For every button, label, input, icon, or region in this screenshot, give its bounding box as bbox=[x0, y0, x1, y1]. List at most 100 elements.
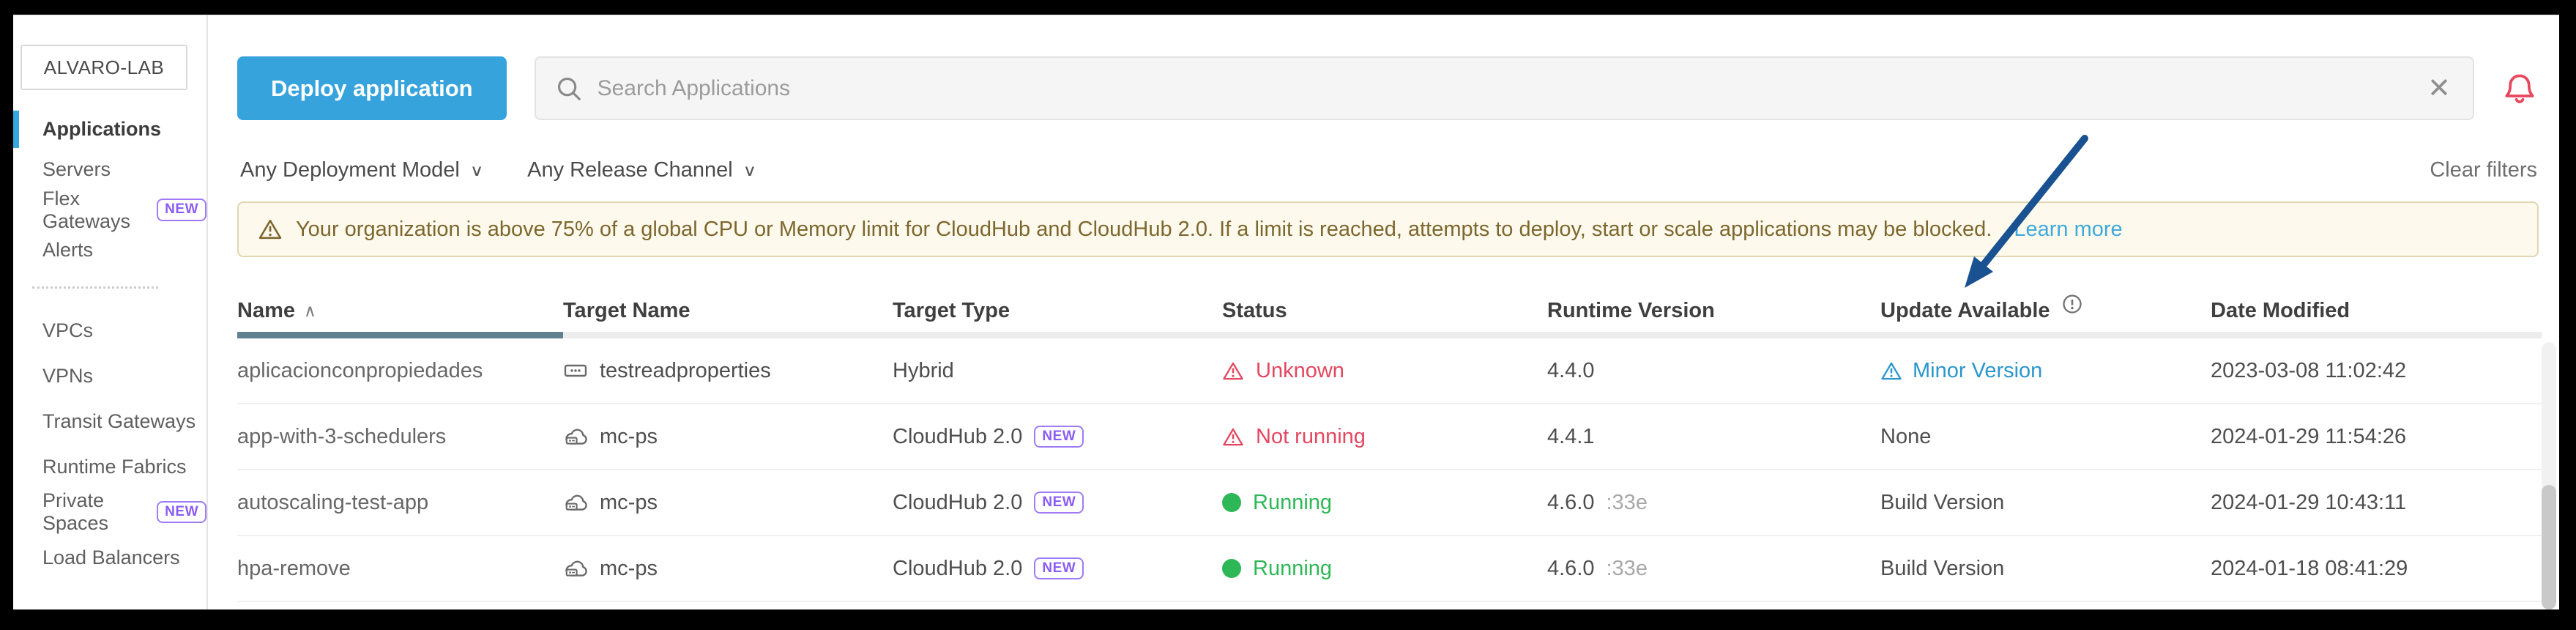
sidebar-item-label: VPCs bbox=[42, 319, 94, 341]
release-channel-dropdown[interactable]: Any Release Channel ∨ bbox=[527, 158, 756, 182]
chevron-down-icon: ∨ bbox=[742, 161, 756, 179]
column-header-name[interactable]: Name ∧ bbox=[237, 299, 563, 323]
target-type: Hybrid bbox=[893, 358, 954, 382]
private-space-cloud-icon bbox=[565, 429, 587, 445]
sidebar-item-load-balancers[interactable]: Load Balancers bbox=[13, 535, 206, 580]
sidebar-item-label: Servers bbox=[42, 158, 111, 180]
target-type-cell: CloudHub 2.0 NEW bbox=[893, 425, 1222, 449]
runtime-version: 4.4.1 bbox=[1547, 424, 1595, 448]
sidebar-item-runtime-fabrics[interactable]: Runtime Fabrics bbox=[13, 444, 206, 489]
deployment-model-dropdown[interactable]: Any Deployment Model ∨ bbox=[240, 158, 483, 182]
sidebar-nav-primary: Applications Servers Flex Gateways NEW A… bbox=[13, 109, 206, 270]
column-header-runtime-version[interactable]: Runtime Version bbox=[1547, 299, 1880, 323]
update-available-link[interactable]: Minor Version bbox=[1880, 359, 2042, 383]
runtime-build-suffix: :33e bbox=[1606, 490, 1648, 514]
target-type: CloudHub 2.0 bbox=[893, 424, 1023, 448]
release-channel-value: Any Release Channel bbox=[527, 158, 733, 182]
deploy-application-button[interactable]: Deploy application bbox=[237, 56, 507, 120]
status-text: Running bbox=[1253, 490, 1333, 514]
server-icon bbox=[564, 364, 587, 377]
runtime-version: 4.6.0 bbox=[1547, 490, 1595, 514]
main-panel: Deploy application ✕ Any Deployment Mode… bbox=[209, 15, 2559, 609]
sidebar-item-private-spaces[interactable]: Private Spaces NEW bbox=[13, 489, 206, 535]
target-name: mc-ps bbox=[600, 424, 658, 448]
sidebar-item-alerts[interactable]: Alerts bbox=[13, 230, 206, 270]
deployment-model-value: Any Deployment Model bbox=[240, 158, 460, 182]
environment-label: ALVARO-LAB bbox=[43, 56, 165, 78]
toolbar: Deploy application ✕ bbox=[237, 56, 2537, 120]
column-header-target-type[interactable]: Target Type bbox=[893, 299, 1222, 323]
app-name: aplicacionconpropiedades bbox=[237, 358, 483, 382]
notifications-bell-icon[interactable] bbox=[2502, 70, 2537, 108]
sidebar-item-vpcs[interactable]: VPCs bbox=[13, 308, 206, 353]
target-type-cell: Hybrid bbox=[893, 359, 1222, 383]
table-row[interactable]: aplicacionconpropiedades testreadpropert… bbox=[237, 338, 2542, 404]
update-available-cell: Build Version bbox=[1880, 557, 2211, 581]
target-type-cell: CloudHub 2.0 NEW bbox=[893, 491, 1222, 515]
table-row[interactable]: autoscaling-test-app mc-ps CloudHub 2.0 … bbox=[237, 470, 2542, 536]
table-scrollbar-thumb[interactable] bbox=[2542, 485, 2556, 609]
search-icon bbox=[557, 77, 581, 100]
sidebar-item-vpns[interactable]: VPNs bbox=[13, 353, 206, 399]
status-text: Unknown bbox=[1256, 358, 1344, 382]
target-name: mc-ps bbox=[600, 556, 658, 580]
environment-selector[interactable]: ALVARO-LAB bbox=[21, 45, 187, 90]
date-modified: 2024-01-18 08:41:29 bbox=[2211, 556, 2408, 580]
target-name-cell: mc-ps bbox=[563, 557, 893, 581]
sidebar-item-applications[interactable]: Applications bbox=[13, 109, 206, 149]
status-cell: Running bbox=[1222, 557, 1547, 581]
sidebar: ALVARO-LAB Applications Servers Flex Gat… bbox=[13, 15, 208, 609]
private-space-cloud-icon bbox=[565, 560, 587, 577]
table-row[interactable]: app-with-3-schedulers mc-ps CloudHub 2.0… bbox=[237, 404, 2542, 470]
sidebar-item-label: Private Spaces bbox=[42, 489, 109, 534]
new-badge: NEW bbox=[1034, 557, 1084, 580]
sidebar-divider bbox=[32, 286, 158, 289]
sidebar-item-label: VPNs bbox=[42, 364, 94, 387]
running-status-dot-icon bbox=[1222, 493, 1241, 512]
target-name: testreadproperties bbox=[600, 358, 771, 382]
clear-filters-link[interactable]: Clear filters bbox=[2430, 158, 2537, 182]
clear-search-icon[interactable]: ✕ bbox=[2424, 75, 2454, 103]
info-tooltip-icon[interactable] bbox=[2062, 294, 2082, 314]
header-underline-rest bbox=[563, 332, 2542, 338]
app-name: app-with-3-schedulers bbox=[237, 424, 447, 448]
sidebar-item-label: Runtime Fabrics bbox=[42, 455, 187, 478]
sidebar-item-label: Load Balancers bbox=[42, 546, 180, 568]
sidebar-item-label: Alerts bbox=[42, 239, 94, 261]
sidebar-item-servers[interactable]: Servers bbox=[13, 149, 206, 190]
warning-triangle-icon bbox=[258, 219, 282, 240]
sidebar-item-label: Applications bbox=[42, 118, 162, 140]
runtime-version: 4.6.0 bbox=[1547, 556, 1595, 580]
table-scrollbar-track[interactable] bbox=[2542, 342, 2556, 609]
update-available-cell: Minor Version bbox=[1880, 359, 2211, 383]
sidebar-item-label: Flex Gateways bbox=[42, 187, 131, 232]
status-text: Not running bbox=[1256, 424, 1366, 448]
column-header-date-modified[interactable]: Date Modified bbox=[2211, 299, 2542, 323]
learn-more-link[interactable]: Learn more bbox=[2014, 218, 2122, 242]
update-available-cell: Build Version bbox=[1880, 491, 2211, 515]
sidebar-item-flex-gateways[interactable]: Flex Gateways NEW bbox=[13, 187, 206, 232]
warning-triangle-icon bbox=[1223, 428, 1243, 445]
search-input[interactable] bbox=[597, 75, 2411, 101]
warning-triangle-icon bbox=[1223, 362, 1243, 379]
date-modified: 2024-01-29 11:54:26 bbox=[2211, 424, 2407, 448]
update-available-cell: None bbox=[1880, 425, 2211, 449]
update-available-text: Build Version bbox=[1880, 556, 2005, 580]
sidebar-nav-secondary: VPCs VPNs Transit Gateways Runtime Fabri… bbox=[13, 308, 206, 580]
sorted-column-underline bbox=[237, 332, 563, 338]
running-status-dot-icon bbox=[1222, 559, 1241, 578]
table-header-row: Name ∧ Target Name Target Type Status Ru… bbox=[237, 289, 2542, 332]
target-name-cell: testreadproperties bbox=[563, 359, 893, 383]
column-header-target-name[interactable]: Target Name bbox=[563, 299, 893, 323]
update-available-text: None bbox=[1880, 424, 1932, 448]
target-type-cell: CloudHub 2.0 NEW bbox=[893, 557, 1222, 581]
sidebar-item-transit-gateways[interactable]: Transit Gateways bbox=[13, 399, 206, 444]
column-header-update-available[interactable]: Update Available bbox=[1880, 294, 2211, 323]
target-type: CloudHub 2.0 bbox=[893, 490, 1023, 514]
column-header-status[interactable]: Status bbox=[1222, 299, 1547, 323]
table-row[interactable]: hpa-remove mc-ps CloudHub 2.0 NEW Runnin… bbox=[237, 536, 2542, 602]
date-modified: 2024-01-29 10:43:11 bbox=[2211, 490, 2407, 514]
app-window: ALVARO-LAB Applications Servers Flex Gat… bbox=[13, 15, 2559, 609]
search-bar: ✕ bbox=[534, 56, 2474, 120]
new-badge: NEW bbox=[1034, 425, 1084, 448]
